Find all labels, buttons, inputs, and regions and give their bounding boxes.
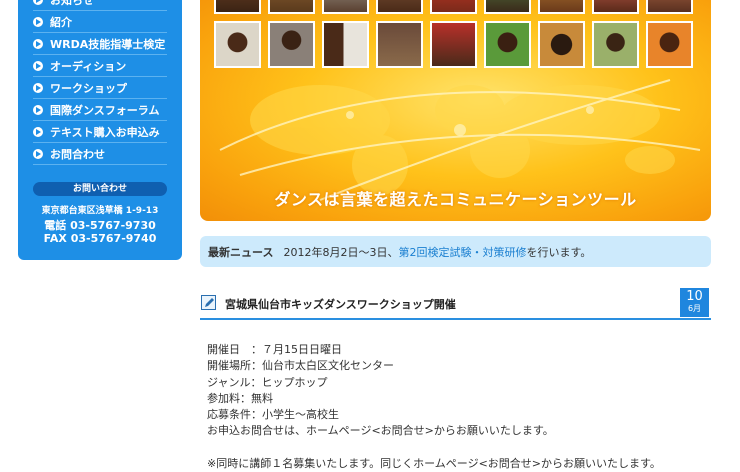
portrait-photo bbox=[376, 0, 423, 14]
arrow-right-icon bbox=[33, 60, 43, 71]
article-line: 開催場所：仙台市太白区文化センター bbox=[207, 359, 394, 373]
article-line: 参加料：無料 bbox=[207, 391, 273, 405]
sidebar-item-label: 国際ダンスフォーラム bbox=[50, 103, 160, 117]
portrait-photo bbox=[538, 21, 585, 68]
sidebar-item-textbook[interactable]: テキスト購入お申込み bbox=[33, 121, 167, 143]
portrait-photo bbox=[214, 0, 261, 14]
sidebar-item-label: テキスト購入お申込み bbox=[50, 125, 160, 139]
portrait-photo bbox=[484, 0, 531, 14]
article-line: ジャンル：ヒップホップ bbox=[207, 375, 328, 389]
sidebar-item-label: お知らせ bbox=[50, 0, 94, 7]
sidebar-item-label: オーディション bbox=[50, 59, 127, 73]
banner-slogan: ダンスは言葉を超えたコミュニケーションツール bbox=[274, 190, 637, 209]
contact-address: 東京都台東区浅草橋 1-9-13 bbox=[41, 206, 159, 216]
sidebar-item-contact[interactable]: お問合わせ bbox=[33, 143, 167, 165]
arrow-right-icon bbox=[33, 126, 43, 137]
portrait-photo bbox=[214, 21, 261, 68]
sidebar-item-forum[interactable]: 国際ダンスフォーラム bbox=[33, 99, 167, 121]
arrow-right-icon bbox=[33, 104, 43, 115]
article-body: 開催日 ：７月15日日曜日 開催場所：仙台市太白区文化センター ジャンル：ヒップ… bbox=[207, 342, 707, 472]
sidebar-item-label: お問合わせ bbox=[50, 147, 105, 161]
portrait-photo bbox=[646, 21, 693, 68]
date-badge: 10 6月 bbox=[680, 288, 709, 317]
article-line: 開催日 ：７月15日日曜日 bbox=[207, 343, 342, 356]
pencil-icon bbox=[201, 295, 216, 310]
sidebar-item-certification[interactable]: WRDA技能指導士検定 bbox=[33, 33, 167, 55]
portrait-photo bbox=[592, 21, 639, 68]
portrait-photo bbox=[430, 0, 477, 14]
news-label: 最新ニュース bbox=[208, 245, 274, 259]
portrait-photo bbox=[322, 21, 369, 68]
sidebar-item-label: ワークショップ bbox=[50, 81, 127, 95]
article-header: 宮城県仙台市キッズダンスワークショップ開催 bbox=[200, 287, 711, 320]
portrait-photo bbox=[646, 0, 693, 14]
portrait-photo bbox=[538, 0, 585, 14]
arrow-right-icon bbox=[33, 82, 43, 93]
arrow-right-icon bbox=[33, 16, 43, 27]
portrait-photo bbox=[430, 21, 477, 68]
news-text: 2012年8月2日〜3日、 bbox=[283, 245, 399, 259]
portrait-photo bbox=[268, 21, 315, 68]
arrow-right-icon bbox=[33, 38, 43, 49]
news-link[interactable]: 第2回検定試験・対策研修 bbox=[398, 244, 526, 260]
article-line: 応募条件：小学生〜高校生 bbox=[207, 408, 339, 422]
article-title[interactable]: 宮城県仙台市キッズダンスワークショップ開催 bbox=[225, 296, 456, 312]
portrait-photo bbox=[592, 0, 639, 14]
date-day: 10 bbox=[686, 289, 703, 304]
portrait-photo bbox=[322, 0, 369, 14]
latest-news-bar: 最新ニュース 2012年8月2日〜3日、 第2回検定試験・対策研修 を行います。 bbox=[200, 236, 711, 267]
arrow-right-icon bbox=[33, 0, 43, 5]
portrait-photo bbox=[376, 21, 423, 68]
news-text-end: を行います。 bbox=[526, 245, 592, 259]
portrait-photo bbox=[268, 0, 315, 14]
sidebar-item-introduction[interactable]: 紹介 bbox=[33, 11, 167, 33]
contact-heading: お問い合わせ bbox=[33, 182, 167, 196]
article-line: お申込お問合せは、ホームページ<お問合せ>からお願いいたします。 bbox=[207, 424, 554, 438]
portrait-photo bbox=[484, 21, 531, 68]
article-line: ※同時に講師１名募集いたします。同じくホームページ<お問合せ>からお願いいたしま… bbox=[207, 456, 661, 470]
sidebar-item-label: 紹介 bbox=[50, 15, 72, 29]
date-month: 6月 bbox=[687, 304, 702, 313]
sidebar-menu: お知らせ 紹介 WRDA技能指導士検定 オーディション ワークショップ 国際ダン… bbox=[33, 0, 167, 165]
sidebar-item-label: WRDA技能指導士検定 bbox=[50, 37, 166, 51]
sidebar-item-audition[interactable]: オーディション bbox=[33, 55, 167, 77]
arrow-right-icon bbox=[33, 148, 43, 159]
sidebar-item-news[interactable]: お知らせ bbox=[33, 0, 167, 11]
sidebar-item-workshop[interactable]: ワークショップ bbox=[33, 77, 167, 99]
hero-banner: ダンスは言葉を超えたコミュニケーションツール bbox=[200, 0, 711, 221]
contact-fax: FAX 03-5767-9740 bbox=[43, 232, 157, 245]
contact-phone: 電話 03-5767-9730 bbox=[44, 219, 156, 232]
